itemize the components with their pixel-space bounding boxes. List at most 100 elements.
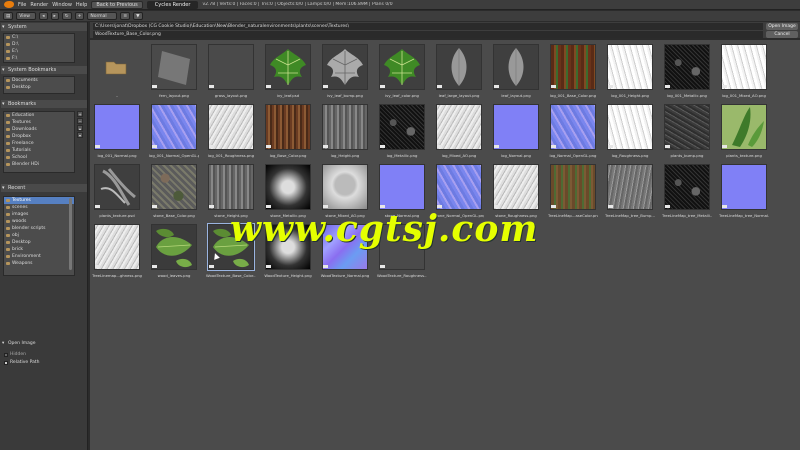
refresh-icon[interactable]: ↻	[61, 12, 72, 20]
back-to-previous-button[interactable]: Back to Previous	[91, 0, 143, 9]
relative-path-checkbox[interactable]	[4, 360, 8, 365]
file-item[interactable]: TreeLineMap_tree_Bump...	[605, 162, 655, 222]
filename-input[interactable]: WoodTexture_Base_Color.png	[93, 31, 763, 38]
file-item[interactable]: log_Normal_OpenGL.png	[548, 102, 598, 162]
file-item[interactable]: leaf_large_layout.png	[434, 42, 484, 102]
file-item[interactable]: TreeLineMap_tree_Metalli...	[662, 162, 712, 222]
bookmark-item[interactable]: Downloads	[4, 126, 74, 133]
file-type-icon	[152, 265, 157, 268]
recent-list: Textures scenes images woods blender scr…	[3, 196, 75, 276]
system-bookmarks-header[interactable]: System Bookmarks	[1, 66, 87, 74]
bookmarks-header[interactable]: Bookmarks	[1, 100, 87, 108]
file-item[interactable]: log_Height.png	[320, 102, 370, 162]
file-item[interactable]: log_001_Normal.png	[92, 102, 142, 162]
open-image-options-header[interactable]: Open Image	[1, 340, 87, 348]
bookmark-item[interactable]: Dropbox	[4, 133, 74, 140]
folder-icon	[6, 86, 10, 89]
file-item[interactable]: leaf_layout.png	[491, 42, 541, 102]
system-bookmarks-list: Documents Desktop	[3, 76, 75, 94]
menu-file[interactable]: File	[18, 2, 26, 8]
file-type-icon	[209, 85, 214, 88]
file-item[interactable]: log_Metallic.png	[377, 102, 427, 162]
file-item[interactable]: stone_Base_Color.png	[149, 162, 199, 222]
cancel-button[interactable]: Cancel	[766, 31, 798, 38]
file-item[interactable]: log_Base_Color.png	[263, 102, 313, 162]
recent-item[interactable]: Weapons	[4, 260, 74, 267]
file-item[interactable]: log_001_Metallic.png	[662, 42, 712, 102]
system-bookmark-item[interactable]: Documents	[4, 77, 74, 84]
filter-icon[interactable]: ▼	[133, 12, 143, 20]
open-image-button[interactable]: Open Image	[766, 23, 798, 30]
file-type-icon	[95, 145, 100, 148]
recent-item[interactable]: obj	[4, 232, 74, 239]
system-item[interactable]: F:\	[4, 55, 74, 62]
new-folder-icon[interactable]: +	[74, 12, 85, 20]
menu-render[interactable]: Render	[30, 2, 48, 8]
view-menu[interactable]: View	[16, 12, 37, 20]
file-item[interactable]: TreeLineMap_tree_Normal.png	[719, 162, 769, 222]
folder-icon	[6, 227, 10, 230]
file-item[interactable]: log_001_Mixed_AO.png	[719, 42, 769, 102]
system-item[interactable]: E:\	[4, 48, 74, 55]
file-item[interactable]: ivy_leaf.psd	[263, 42, 313, 102]
file-item[interactable]: plants_texture.png	[719, 102, 769, 162]
file-item[interactable]: ..	[92, 42, 142, 102]
recent-item[interactable]: Desktop	[4, 239, 74, 246]
file-item[interactable]: log_001_Height.png	[605, 42, 655, 102]
relative-path-option[interactable]: Relative Path	[4, 360, 39, 365]
blender-logo-icon[interactable]	[4, 1, 14, 8]
move-up-icon[interactable]: ▴	[77, 125, 83, 131]
parent-dir-button[interactable]: ◂	[39, 12, 48, 20]
bookmark-item[interactable]: Tutorials	[4, 147, 74, 154]
bookmark-item[interactable]: Blender HDi	[4, 161, 74, 168]
move-down-icon[interactable]: ▾	[77, 132, 83, 138]
file-item[interactable]: log_Roughness.png	[605, 102, 655, 162]
recent-item[interactable]: scenes	[4, 204, 74, 211]
file-item[interactable]: grass_layout.png	[206, 42, 256, 102]
recent-item[interactable]: blender scripts	[4, 225, 74, 232]
file-item[interactable]: log_Mixed_AO.png	[434, 102, 484, 162]
recent-item[interactable]: Environment	[4, 253, 74, 260]
bookmark-item[interactable]: Education	[4, 112, 74, 119]
file-item[interactable]: TreeLineMap...aseColor.png	[548, 162, 598, 222]
file-item[interactable]: wood_leaves.png	[149, 222, 199, 282]
system-panel-header[interactable]: System	[1, 23, 87, 31]
file-item[interactable]: plants_texture.psd	[92, 162, 142, 222]
file-thumbnail	[664, 164, 710, 210]
file-item[interactable]: log_001_Normal_OpenGL.png	[149, 102, 199, 162]
recent-item[interactable]: images	[4, 211, 74, 218]
file-item[interactable]: TreeLinemap...ghness.png	[92, 222, 142, 282]
file-name: log_001_Mixed_AO.png	[722, 93, 766, 98]
recent-header[interactable]: Recent	[1, 184, 87, 192]
system-item[interactable]: C:\	[4, 34, 74, 41]
bookmark-item[interactable]: Textures	[4, 119, 74, 126]
editor-type-select[interactable]: ▤	[3, 12, 14, 20]
hidden-option[interactable]: Hidden	[4, 352, 26, 357]
recent-item[interactable]: brick	[4, 246, 74, 253]
bookmark-item[interactable]: School	[4, 154, 74, 161]
directory-input[interactable]: C:\Users\jonat\Dropbox (CG Cookie Studio…	[93, 23, 763, 30]
system-bookmark-item[interactable]: Desktop	[4, 84, 74, 91]
file-item[interactable]: ivy_leaf_color.png	[377, 42, 427, 102]
render-engine-select[interactable]: Cycles Render	[146, 0, 199, 9]
file-item[interactable]: ivy_leaf_bump.png	[320, 42, 370, 102]
bookmark-item[interactable]: Freelance	[4, 140, 74, 147]
recent-item[interactable]: woods	[4, 218, 74, 225]
forward-button[interactable]: ▸	[50, 12, 59, 20]
file-item[interactable]: fern_layout.png	[149, 42, 199, 102]
file-item[interactable]: log_001_Base_Color.png	[548, 42, 598, 102]
add-bookmark-button[interactable]: +	[77, 111, 83, 117]
recent-item[interactable]: Textures	[4, 197, 74, 204]
display-mode-select[interactable]: Normal	[87, 12, 118, 20]
file-item[interactable]: log_001_Roughness.png	[206, 102, 256, 162]
hidden-checkbox[interactable]	[4, 352, 8, 357]
system-item[interactable]: D:\	[4, 41, 74, 48]
remove-bookmark-button[interactable]: −	[77, 118, 83, 124]
sort-icon[interactable]: ≡	[120, 12, 131, 20]
file-item[interactable]: log_Normal.png	[491, 102, 541, 162]
file-item[interactable]: plants_bump.png	[662, 102, 712, 162]
menu-help[interactable]: Help	[76, 2, 87, 8]
menu-window[interactable]: Window	[52, 2, 72, 8]
recent-scrollbar[interactable]	[69, 198, 72, 270]
file-thumbnail	[379, 44, 425, 90]
